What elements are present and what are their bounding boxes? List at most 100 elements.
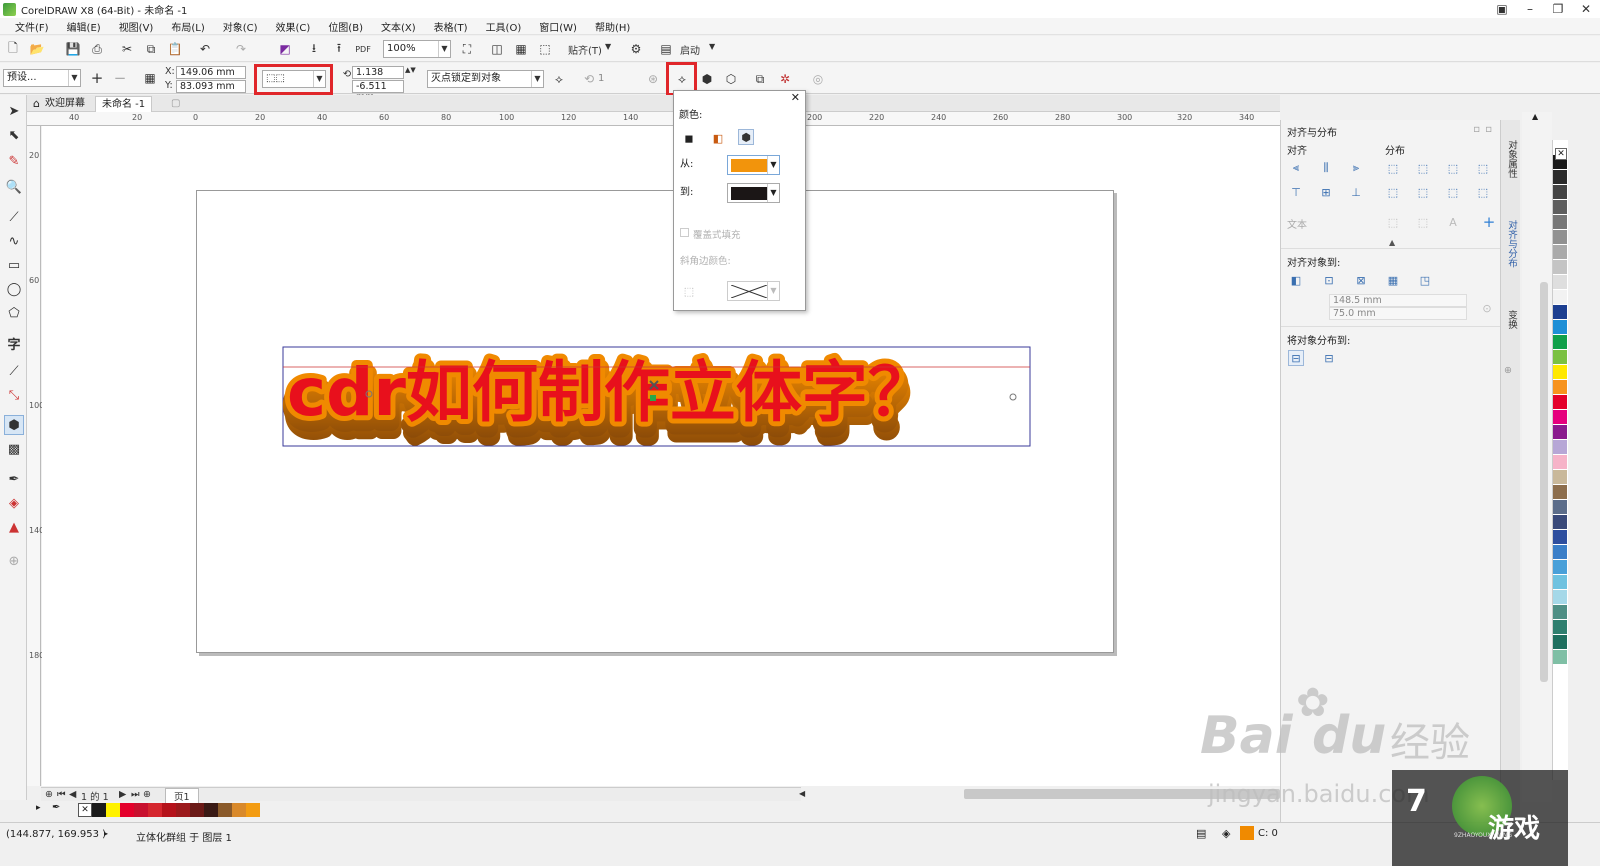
specified-point-icon[interactable]: ◳ bbox=[1417, 272, 1433, 288]
align-top-icon[interactable]: ⊤ bbox=[1288, 184, 1304, 200]
bevel-fill-icon[interactable]: ⬚ bbox=[681, 283, 697, 299]
fill-icon[interactable]: ◈ bbox=[1222, 827, 1230, 840]
palette-swatch[interactable] bbox=[1553, 530, 1567, 545]
paste-icon[interactable]: 📋 bbox=[166, 40, 184, 58]
options-gear-icon[interactable]: ⚙ bbox=[627, 40, 645, 58]
export-icon[interactable]: ⭱ bbox=[330, 40, 348, 58]
extrude-tool-icon[interactable]: ⬢ bbox=[4, 415, 24, 435]
polygon-tool-icon[interactable]: ⬠ bbox=[4, 303, 24, 323]
transparency-tool-icon[interactable]: ▩ bbox=[4, 439, 24, 459]
align-right-icon[interactable]: ⫸ bbox=[1348, 160, 1364, 176]
palette-swatch[interactable] bbox=[1553, 290, 1567, 305]
eyedropper-tool-icon[interactable]: ✒ bbox=[4, 469, 24, 489]
palette-swatch[interactable] bbox=[1553, 560, 1567, 575]
rectangle-tool-icon[interactable]: ▭ bbox=[4, 255, 24, 275]
palette-swatch[interactable] bbox=[1553, 260, 1567, 275]
palette-swatch[interactable] bbox=[1553, 425, 1567, 440]
page-edge-icon[interactable]: ⊡ bbox=[1321, 272, 1337, 288]
document-palette-swatch[interactable]: ✕ bbox=[78, 803, 92, 817]
connector-tool-icon[interactable]: ⤡ bbox=[4, 385, 24, 405]
freehand-tool-icon[interactable]: ⟋ bbox=[4, 207, 24, 227]
depth-spinner-icon[interactable]: ▲▼ bbox=[405, 66, 416, 74]
distribute-spacing-v-icon[interactable]: ⬚ bbox=[1445, 184, 1461, 200]
extrude-bevel-icon[interactable]: ⬢ bbox=[698, 70, 716, 88]
distribute-center-h-icon[interactable]: ⬚ bbox=[1415, 160, 1431, 176]
text-first-line-icon[interactable]: ⬚ bbox=[1385, 214, 1401, 230]
palette-swatch[interactable] bbox=[1553, 590, 1567, 605]
distribute-left-icon[interactable]: ⬚ bbox=[1385, 160, 1401, 176]
menu-help[interactable]: 帮助(H) bbox=[586, 19, 639, 34]
add-page-end-icon[interactable]: ⊕ bbox=[143, 789, 151, 800]
prev-page-icon[interactable]: ◀ bbox=[69, 789, 76, 800]
restore-button[interactable]: ❐ bbox=[1544, 0, 1572, 18]
document-palette-swatch[interactable] bbox=[218, 803, 232, 817]
overlay-fill-checkbox[interactable] bbox=[680, 228, 689, 237]
menu-layout[interactable]: 布局(L) bbox=[162, 19, 213, 34]
to-color-picker[interactable]: ▼ bbox=[727, 183, 780, 203]
from-color-picker[interactable]: ▼ bbox=[727, 155, 780, 175]
use-object-fill-icon[interactable]: ◼ bbox=[681, 130, 697, 146]
align-x-field[interactable]: 148.5 mm bbox=[1329, 294, 1467, 307]
undo-icon[interactable]: ↶ bbox=[196, 40, 214, 58]
full-screen-icon[interactable]: ⛶ bbox=[458, 40, 476, 58]
palette-swatch[interactable] bbox=[1553, 455, 1567, 470]
document-palette-swatch[interactable] bbox=[232, 803, 246, 817]
distribute-bottom-icon[interactable]: ⬚ bbox=[1475, 184, 1491, 200]
ellipse-tool-icon[interactable]: ◯ bbox=[4, 279, 24, 299]
palette-swatch[interactable] bbox=[1553, 215, 1567, 230]
align-center-v-icon[interactable]: ⊞ bbox=[1318, 184, 1334, 200]
menu-file[interactable]: 文件(F) bbox=[6, 19, 58, 34]
distribute-spacing-h-icon[interactable]: ⬚ bbox=[1445, 160, 1461, 176]
palette-swatch[interactable] bbox=[1553, 545, 1567, 560]
menu-tools[interactable]: 工具(O) bbox=[477, 19, 531, 34]
palette-swatch[interactable] bbox=[1553, 410, 1567, 425]
rulers-icon[interactable]: ◫ bbox=[488, 40, 506, 58]
copy-icon[interactable]: ⧉ bbox=[142, 40, 160, 58]
no-color-icon[interactable]: ✕ bbox=[1555, 148, 1567, 160]
launch-icon[interactable]: ▤ bbox=[657, 40, 675, 58]
distribute-center-v-icon[interactable]: ⬚ bbox=[1415, 184, 1431, 200]
vanishing-point-combo[interactable]: 灭点锁定到对象 ▼ bbox=[427, 70, 544, 88]
print-icon[interactable]: ⎙ bbox=[88, 40, 106, 58]
artistic-media-icon[interactable]: ∿ bbox=[4, 231, 24, 251]
next-page-icon[interactable]: ▶ bbox=[119, 789, 126, 800]
palette-swatch[interactable] bbox=[1553, 320, 1567, 335]
menu-effects[interactable]: 效果(C) bbox=[267, 19, 320, 34]
new-document-icon[interactable]: 🗋 bbox=[4, 40, 22, 58]
palette-swatch[interactable] bbox=[1553, 485, 1567, 500]
depth-y-field[interactable]: -6.511 mm bbox=[352, 80, 404, 103]
menu-edit[interactable]: 编辑(E) bbox=[58, 19, 110, 34]
add-tool-icon[interactable]: ⊕ bbox=[4, 551, 24, 571]
document-palette-swatch[interactable] bbox=[162, 803, 176, 817]
snap-dropdown-icon[interactable]: ▼ bbox=[605, 42, 611, 51]
launch-menu[interactable]: 启动 bbox=[680, 42, 700, 57]
palette-swatch[interactable] bbox=[1553, 620, 1567, 635]
crop-tool-icon[interactable]: ✎ bbox=[4, 151, 24, 171]
palette-swatch[interactable] bbox=[1553, 365, 1567, 380]
minimize-button[interactable]: – bbox=[1516, 0, 1544, 18]
zoom-tool-icon[interactable]: 🔍 bbox=[4, 177, 24, 197]
interactive-fill-icon[interactable]: ◈ bbox=[4, 493, 24, 513]
gradient-fill-icon[interactable]: ⬢ bbox=[738, 129, 754, 145]
selection-extent-icon[interactable]: ⊟ bbox=[1288, 350, 1304, 366]
text-baseline-icon[interactable]: A bbox=[1445, 214, 1461, 230]
add-preset-icon[interactable]: + bbox=[88, 69, 106, 87]
menu-object[interactable]: 对象(C) bbox=[214, 19, 267, 34]
fill-color-swatch[interactable] bbox=[1240, 826, 1254, 840]
palette-swatch[interactable] bbox=[1553, 650, 1567, 665]
palette-swatch[interactable] bbox=[1553, 245, 1567, 260]
menu-table[interactable]: 表格(T) bbox=[425, 19, 477, 34]
zoom-combo[interactable]: 100% ▼ bbox=[383, 40, 451, 58]
vanishing-point-property-icon[interactable]: ⟡ bbox=[550, 70, 568, 88]
page-tab[interactable]: 页1 bbox=[165, 788, 199, 804]
palette-swatch[interactable] bbox=[1553, 575, 1567, 590]
delete-preset-icon[interactable]: − bbox=[111, 69, 129, 87]
depth-count[interactable]: 1 bbox=[598, 73, 604, 84]
palette-arrow-icon[interactable]: ▸ bbox=[36, 803, 41, 813]
add-page-icon[interactable]: ⊕ bbox=[45, 789, 53, 800]
help-icon[interactable]: ▣ bbox=[1488, 0, 1516, 18]
scroll-left-icon[interactable]: ◀ bbox=[799, 789, 805, 798]
last-page-icon[interactable]: ⏭ bbox=[131, 789, 140, 800]
tab-welcome-screen[interactable]: 欢迎屏幕 bbox=[39, 96, 91, 112]
palette-swatch[interactable] bbox=[1553, 440, 1567, 455]
